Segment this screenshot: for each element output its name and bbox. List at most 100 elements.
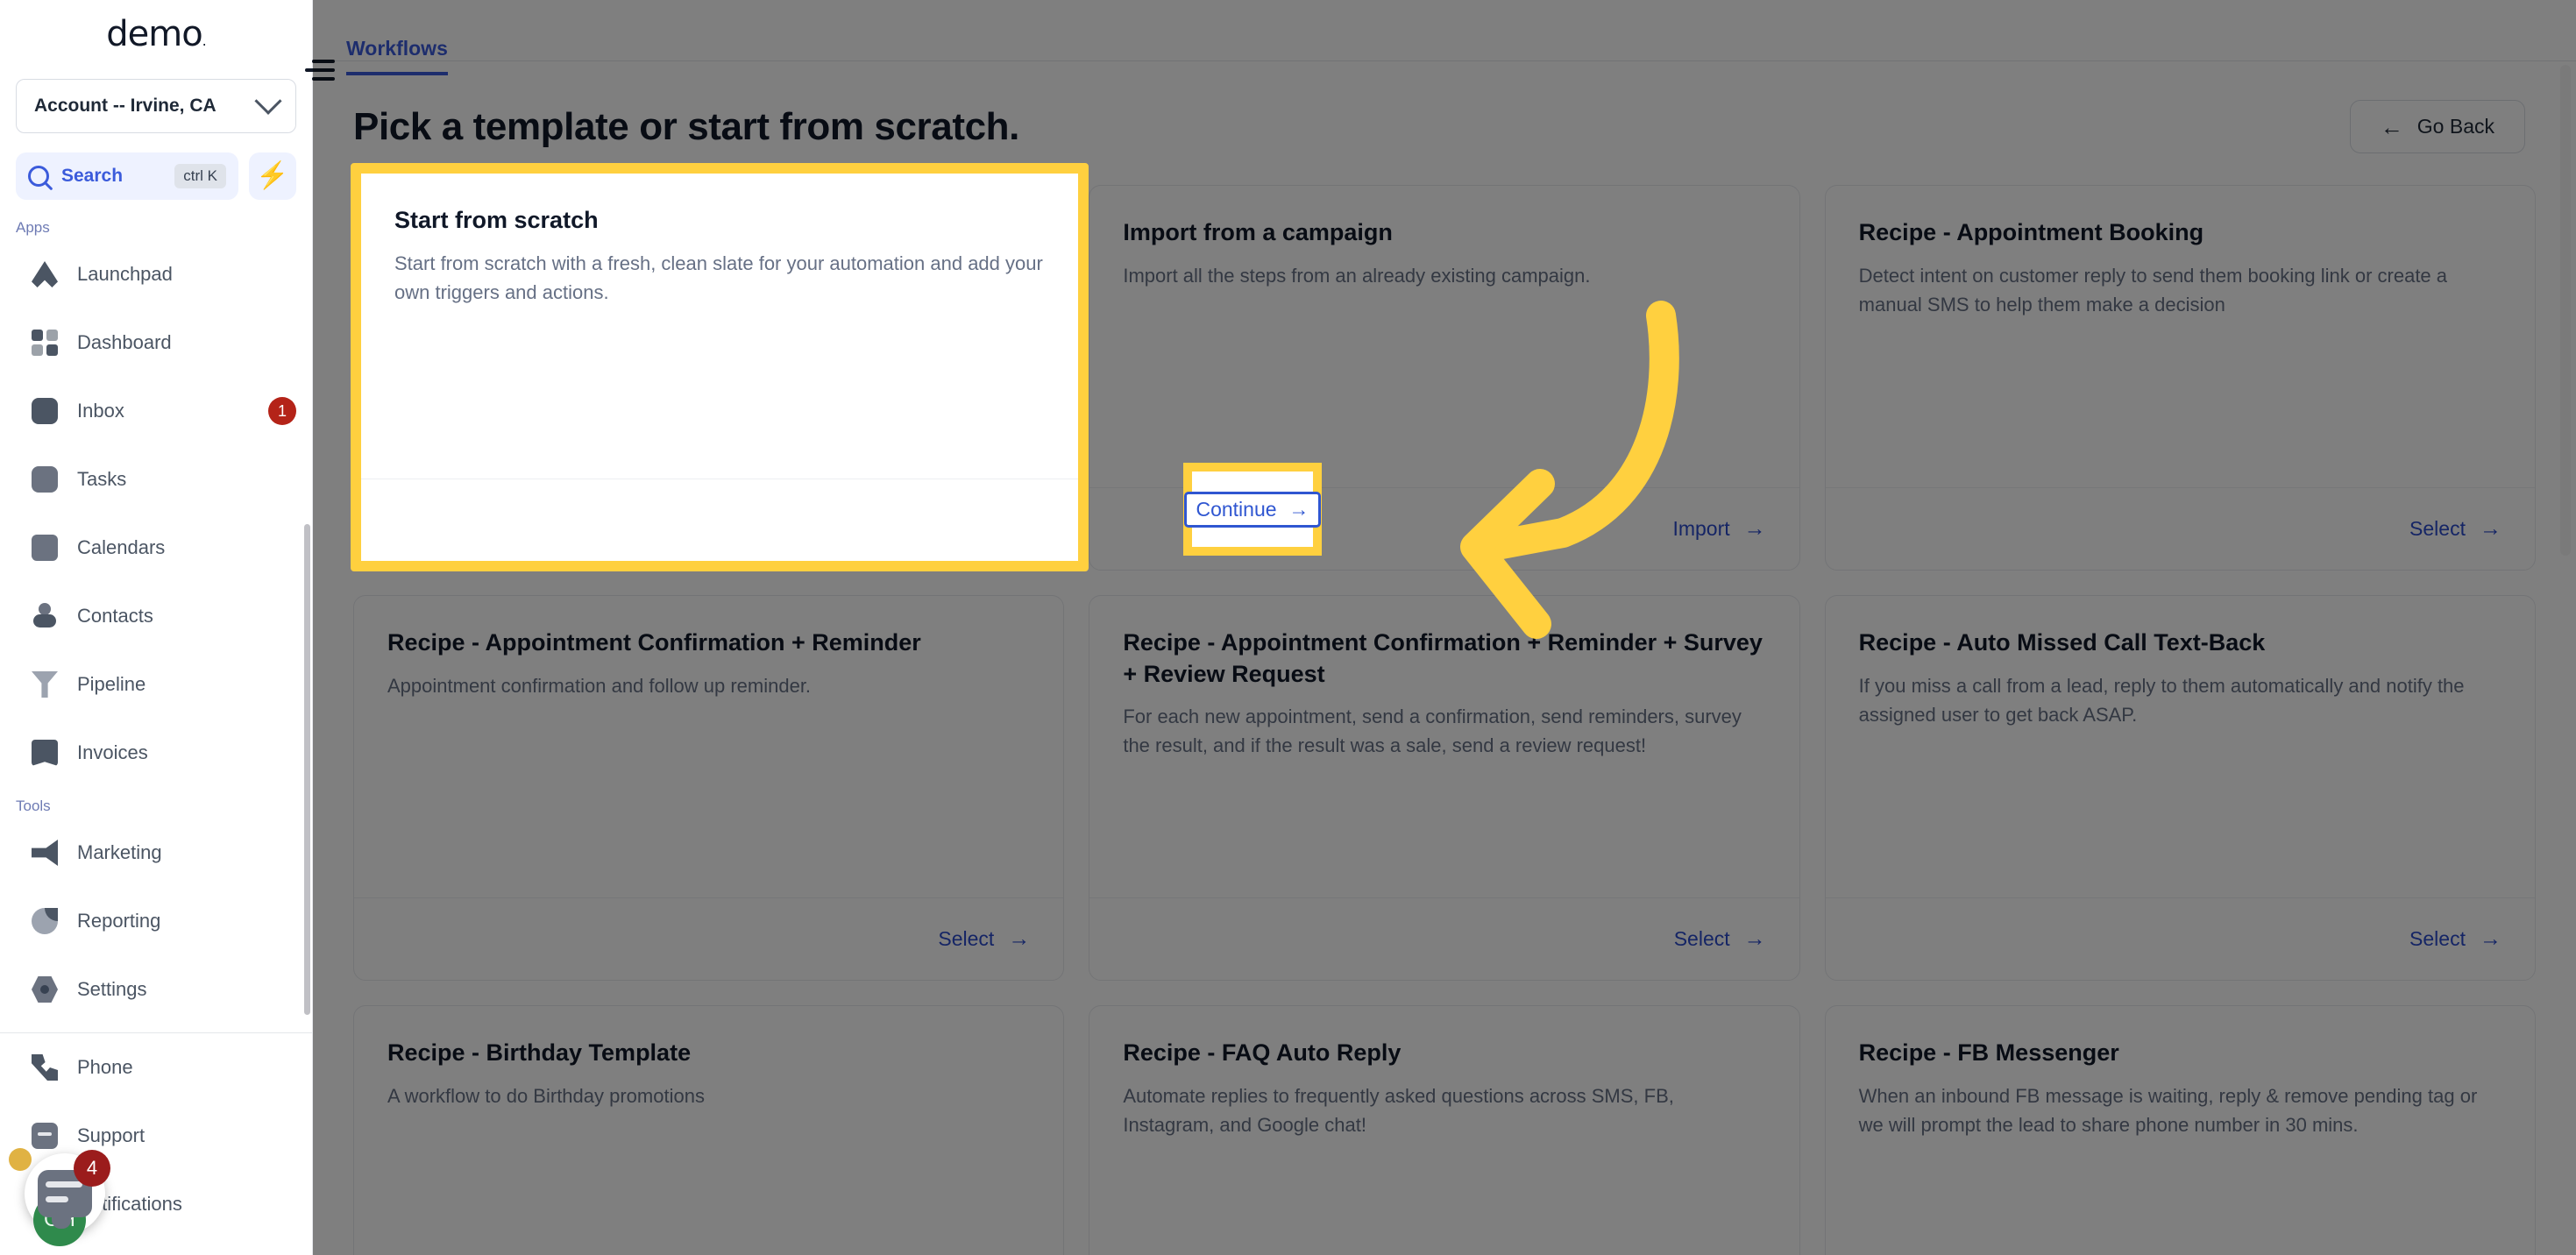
- search-label: Search: [61, 166, 124, 186]
- collapse-sidebar-icon[interactable]: [305, 60, 335, 81]
- page-scrollbar-thumb[interactable]: [2560, 65, 2571, 556]
- card-footer: Select →: [354, 897, 1064, 980]
- search-icon: [28, 166, 49, 187]
- sidebar-item-tasks[interactable]: Tasks: [0, 445, 312, 514]
- megaphone-icon: [32, 840, 58, 866]
- chevron-down-icon: [254, 87, 282, 115]
- invoices-icon: [32, 740, 58, 766]
- launchpad-icon: [32, 261, 58, 287]
- sidebar-item-reporting[interactable]: Reporting: [0, 887, 312, 955]
- select-button[interactable]: Select →: [1674, 926, 1766, 952]
- inbox-icon: [32, 398, 58, 424]
- contacts-icon: [32, 603, 58, 629]
- sidebar-item-label: Pipeline: [77, 673, 146, 695]
- card-title: Recipe - FAQ Auto Reply: [1123, 1039, 1402, 1066]
- sidebar-item-calendars[interactable]: Calendars: [0, 514, 312, 582]
- arrow-right-icon: →: [2479, 926, 2501, 951]
- card-description: For each new appointment, send a confirm…: [1123, 705, 1742, 757]
- card-body: Recipe - Auto Missed Call Text-Back If y…: [1826, 596, 2535, 897]
- card-footer: Select →: [1089, 897, 1799, 980]
- start-from-scratch-highlight: Start from scratch Start from scratch wi…: [351, 163, 1089, 571]
- continue-button[interactable]: Continue →: [1184, 491, 1321, 528]
- lightning-bolt-icon: ⚡: [256, 161, 289, 190]
- card-title: Start from scratch: [394, 207, 599, 233]
- chat-widget-button[interactable]: GH 4: [9, 1148, 110, 1246]
- import-button[interactable]: Import →: [1672, 516, 1765, 542]
- tab-workflows[interactable]: Workflows: [346, 37, 448, 75]
- template-card-appointment-booking[interactable]: Recipe - Appointment Booking Detect inte…: [1824, 185, 2536, 571]
- sidebar-item-label: Reporting: [77, 910, 161, 932]
- select-button[interactable]: Select →: [2409, 926, 2501, 952]
- sidebar-item-marketing[interactable]: Marketing: [0, 819, 312, 887]
- app-root: demo. Account -- Irvine, CA Search ctrl …: [0, 0, 2576, 1255]
- card-body: Recipe - FAQ Auto Reply Automate replies…: [1089, 1006, 1799, 1255]
- select-button[interactable]: Select →: [2409, 516, 2501, 542]
- template-card-faq-auto-reply[interactable]: Recipe - FAQ Auto Reply Automate replies…: [1089, 1005, 1800, 1255]
- template-card-fb-messenger[interactable]: Recipe - FB Messenger When an inbound FB…: [1824, 1005, 2536, 1255]
- card-description: Start from scratch with a fresh, clean s…: [394, 252, 1043, 303]
- account-selector[interactable]: Account -- Irvine, CA: [16, 79, 296, 133]
- account-selector-label: Account -- Irvine, CA: [34, 96, 216, 116]
- tasks-icon: [32, 466, 58, 493]
- sidebar-item-launchpad[interactable]: Launchpad: [0, 240, 312, 308]
- sidebar-item-invoices[interactable]: Invoices: [0, 719, 312, 787]
- search-row: Search ctrl K ⚡: [16, 152, 296, 200]
- arrow-right-icon: →: [1008, 926, 1031, 951]
- card-action-label: Select: [938, 927, 995, 950]
- sidebar-item-label: Support: [77, 1124, 145, 1146]
- template-card-appointment-confirmation-survey-review[interactable]: Recipe - Appointment Confirmation + Remi…: [1089, 595, 1800, 981]
- card-title: Import from a campaign: [1123, 219, 1393, 245]
- arrow-right-icon: →: [1743, 926, 1766, 951]
- sidebar: demo. Account -- Irvine, CA Search ctrl …: [0, 0, 313, 1255]
- sidebar-item-settings[interactable]: Settings: [0, 955, 312, 1024]
- card-title: Recipe - Appointment Booking: [1858, 219, 2204, 245]
- card-action-label: Select: [1673, 927, 1730, 950]
- card-action-label: Import: [1672, 517, 1730, 540]
- continue-button-highlight: Continue →: [1183, 463, 1322, 556]
- sidebar-item-pipeline[interactable]: Pipeline: [0, 650, 312, 719]
- gear-icon: [32, 976, 58, 1003]
- card-description: A workflow to do Birthday promotions: [387, 1084, 705, 1107]
- go-back-button[interactable]: ← Go Back: [2349, 100, 2525, 153]
- sidebar-item-dashboard[interactable]: Dashboard: [0, 308, 312, 377]
- select-button[interactable]: Select →: [938, 926, 1030, 952]
- inbox-badge: 1: [268, 397, 296, 425]
- card-body: Recipe - Appointment Confirmation + Remi…: [354, 596, 1063, 897]
- chat-status-dot: [9, 1148, 32, 1171]
- sidebar-nav: Apps Launchpad Dashboard Inbox 1 Tasks C…: [0, 200, 312, 1255]
- go-back-label: Go Back: [2416, 115, 2494, 138]
- sidebar-item-inbox[interactable]: Inbox 1: [0, 377, 312, 445]
- template-card-auto-missed-call-text-back[interactable]: Recipe - Auto Missed Call Text-Back If y…: [1824, 595, 2536, 981]
- sidebar-item-contacts[interactable]: Contacts: [0, 582, 312, 650]
- template-card-start-from-scratch-highlighted[interactable]: Start from scratch Start from scratch wi…: [361, 174, 1078, 561]
- card-title: Recipe - Auto Missed Call Text-Back: [1858, 629, 2266, 656]
- template-card-appointment-confirmation-reminder[interactable]: Recipe - Appointment Confirmation + Remi…: [353, 595, 1065, 981]
- pipeline-icon: [32, 671, 58, 698]
- card-action-label: Select: [2409, 927, 2466, 950]
- calendar-icon: [32, 535, 58, 561]
- page-scrollbar[interactable]: [2560, 65, 2571, 1187]
- phone-icon: [32, 1054, 58, 1081]
- arrow-right-icon: →: [1743, 516, 1766, 541]
- search-shortcut: ctrl K: [174, 164, 226, 188]
- sidebar-item-phone[interactable]: Phone: [0, 1033, 312, 1102]
- card-footer: Select →: [1825, 487, 2535, 570]
- card-description: Import all the steps from an already exi…: [1123, 264, 1591, 287]
- brand-mark: .: [202, 32, 207, 49]
- card-body: Recipe - FB Messenger When an inbound FB…: [1826, 1006, 2535, 1255]
- card-description: Detect intent on customer reply to send …: [1858, 264, 2448, 316]
- card-action-label: Select: [2409, 517, 2466, 540]
- search-input[interactable]: Search ctrl K: [16, 152, 238, 200]
- main-content: Workflows Pick a template or start from …: [305, 0, 2576, 1255]
- sidebar-item-label: Contacts: [77, 605, 153, 627]
- sidebar-scrollbar[interactable]: [304, 524, 310, 1015]
- quick-action-button[interactable]: ⚡: [249, 152, 296, 200]
- arrow-right-icon: →: [1288, 497, 1309, 521]
- card-footer: Select →: [1825, 897, 2535, 980]
- card-description: Appointment confirmation and follow up r…: [387, 674, 812, 697]
- page-title: Pick a template or start from scratch.: [353, 104, 1019, 148]
- template-card-birthday-template[interactable]: Recipe - Birthday Template A workflow to…: [353, 1005, 1065, 1255]
- continue-button-label: Continue: [1196, 497, 1277, 521]
- sidebar-item-label: Launchpad: [77, 263, 173, 285]
- dashboard-icon: [32, 330, 58, 356]
